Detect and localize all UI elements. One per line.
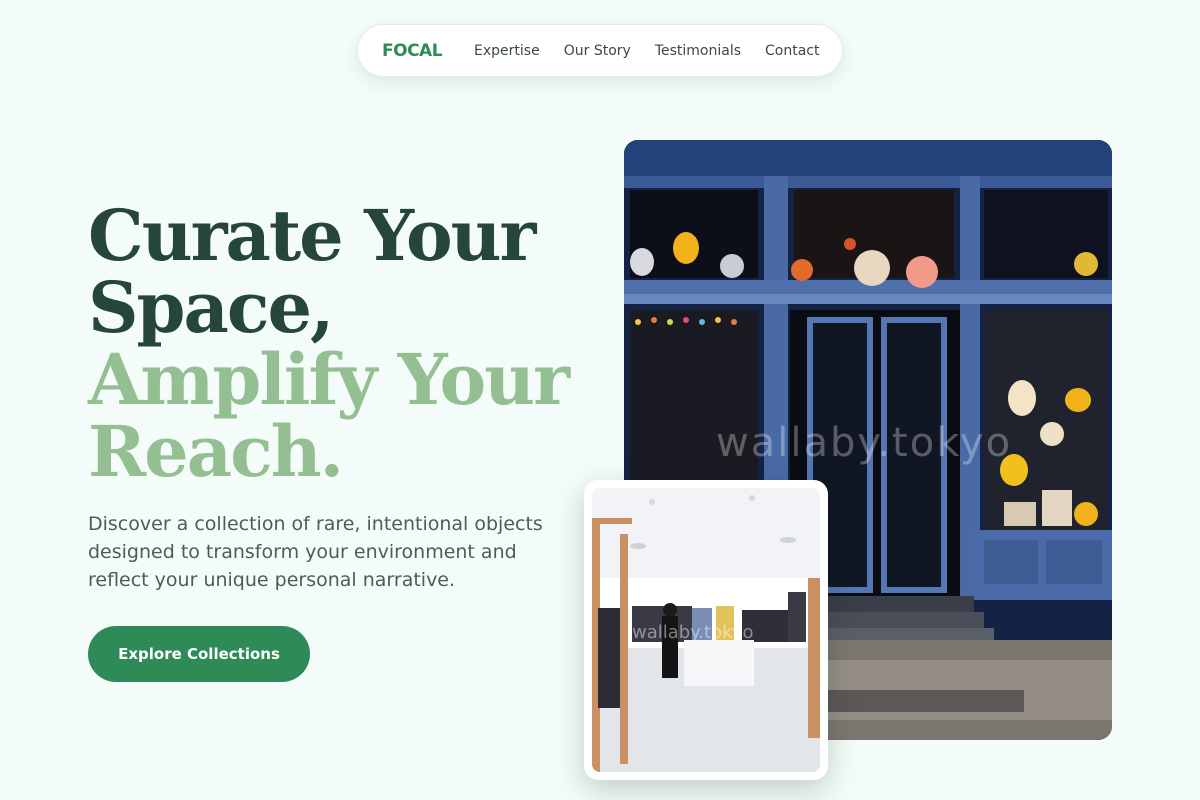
image-watermark: wallaby.tokyo bbox=[716, 420, 1013, 466]
headline-line-4: Reach. bbox=[88, 410, 344, 493]
inset-watermark: wallaby.tokyo bbox=[632, 622, 754, 643]
top-nav: FOCAL Expertise Our Story Testimonials C… bbox=[357, 24, 843, 77]
nav-link-testimonials[interactable]: Testimonials bbox=[655, 43, 741, 59]
store-interior-image: wallaby.tokyo bbox=[592, 488, 820, 772]
landing-page: FOCAL Expertise Our Story Testimonials C… bbox=[0, 0, 1200, 800]
headline-line-2: Space, bbox=[88, 266, 334, 349]
hero-subtitle: Discover a collection of rare, intention… bbox=[88, 513, 543, 591]
nav-link-contact[interactable]: Contact bbox=[765, 43, 819, 59]
explore-collections-button[interactable]: Explore Collections bbox=[88, 626, 310, 682]
nav-link-expertise[interactable]: Expertise bbox=[474, 43, 540, 59]
hero-headline: Curate Your Space, Amplify Your Reach. bbox=[88, 194, 570, 493]
headline-line-3: Amplify Your bbox=[88, 338, 570, 421]
headline-line-1: Curate Your bbox=[88, 194, 536, 277]
nav-link-our-story[interactable]: Our Story bbox=[564, 43, 631, 59]
store-interior-card: wallaby.tokyo bbox=[584, 480, 828, 780]
brand-logo[interactable]: FOCAL bbox=[382, 41, 443, 61]
